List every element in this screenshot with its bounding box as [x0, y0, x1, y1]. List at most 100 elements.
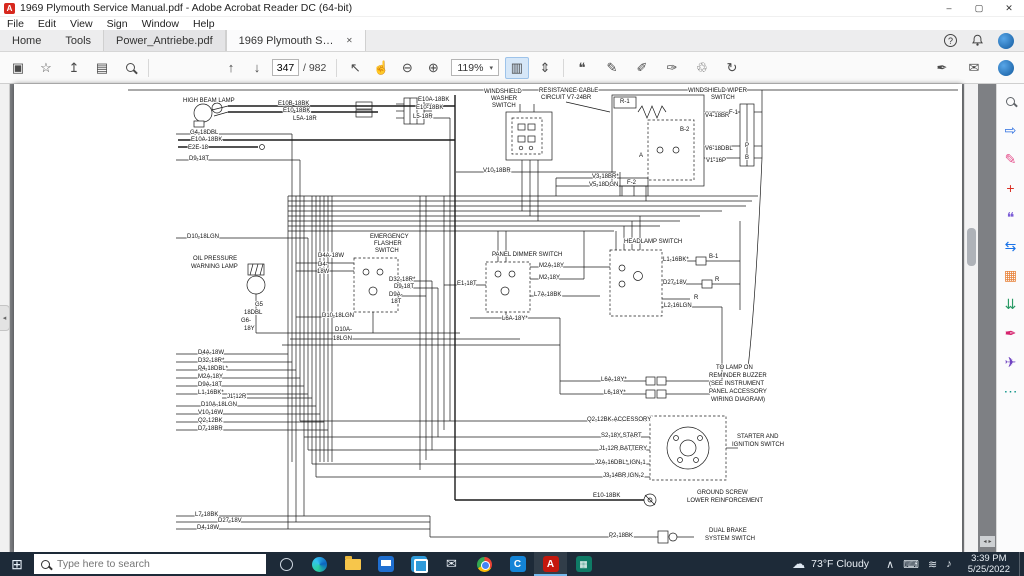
highlight-icon[interactable]: ✐	[630, 57, 654, 79]
toolbar-separator	[336, 59, 337, 77]
diagram-label: J2A-16DBL* IGN-1	[595, 460, 646, 466]
send-signature-icon[interactable]: ✈	[1005, 354, 1017, 370]
next-page-icon[interactable]: ↓	[245, 57, 269, 79]
diagram-label: D10-18LGN	[322, 313, 354, 319]
refresh-icon[interactable]: ↻	[720, 57, 744, 79]
acrobat-taskbar-button[interactable]: A	[534, 552, 567, 576]
app-3-taskbar-button[interactable]	[402, 552, 435, 576]
tab-power-antriebe-pdf[interactable]: Power_Antriebe.pdf	[103, 30, 226, 51]
diagram-label: L1-16BK*	[198, 390, 224, 396]
diagram-label: L1-16BK*	[663, 257, 689, 263]
diagram-label: D4-18W	[197, 525, 219, 531]
delete-icon[interactable]: ♲	[690, 57, 714, 79]
acrobat-icon: A	[543, 556, 559, 572]
tray-network-icon[interactable]: ≋	[928, 558, 937, 571]
combine-files-icon[interactable]: ⇆	[1005, 238, 1017, 254]
organize-pages-icon[interactable]: ▦	[1004, 267, 1017, 283]
account-avatar[interactable]	[998, 33, 1014, 49]
help-icon[interactable]: ?	[944, 34, 957, 47]
previous-page-icon[interactable]: ↑	[219, 57, 243, 79]
edge-taskbar-button[interactable]	[303, 552, 336, 576]
zoom-out-icon[interactable]: ⊖	[395, 57, 419, 79]
comment-icon[interactable]: ❝	[1007, 209, 1015, 225]
account-icon[interactable]	[994, 57, 1018, 79]
tray-keyboard-icon[interactable]: ⌨	[903, 558, 919, 571]
star-icon[interactable]: ☆	[34, 57, 58, 79]
diagram-label: RESISTANCE CABLE	[539, 88, 598, 94]
scrollbar-thumb[interactable]	[967, 228, 976, 266]
fit-width-icon[interactable]: ▥	[505, 57, 529, 79]
menu-window[interactable]: Window	[135, 18, 186, 30]
hand-tool-icon[interactable]: ☝	[369, 57, 393, 79]
mail-taskbar-button[interactable]: ✉	[435, 552, 468, 576]
compress-pdf-icon[interactable]: ⇊	[1005, 296, 1017, 312]
menu-view[interactable]: View	[63, 18, 100, 30]
close-tab-icon[interactable]: ✕	[346, 36, 353, 45]
show-desktop-button[interactable]	[1019, 552, 1024, 576]
find-icon[interactable]	[118, 57, 142, 79]
diagram-label: E2E-18	[188, 145, 209, 151]
diagram-label: L5-18R	[413, 114, 433, 120]
fill-sign-icon[interactable]: ✒	[1005, 325, 1017, 341]
start-button[interactable]: ⊞	[0, 552, 34, 576]
fill-sign-icon[interactable]: ✑	[660, 57, 684, 79]
share-icon[interactable]: ↥	[62, 57, 86, 79]
tray-volume-icon[interactable]: ♪	[946, 558, 952, 570]
app-2-taskbar-button[interactable]	[369, 552, 402, 576]
scroll-left-icon[interactable]: ◂	[983, 538, 986, 545]
scroll-right-icon[interactable]: ▸	[989, 538, 992, 545]
edit-pdf-icon[interactable]: ✎	[1005, 151, 1017, 167]
file-explorer-taskbar-button[interactable]	[336, 552, 369, 576]
tab-1969-plymouth-ser-[interactable]: 1969 Plymouth Ser...✕	[226, 30, 366, 51]
app-1-taskbar-button[interactable]	[270, 552, 303, 576]
horizontal-scroll-arrows[interactable]: ◂▸	[980, 536, 995, 547]
page-total-label: / 982	[303, 62, 326, 74]
notifications-bell-icon[interactable]	[971, 34, 984, 47]
tray-expand-icon[interactable]: ∧	[886, 558, 894, 571]
search-input[interactable]	[57, 558, 237, 570]
tab-home[interactable]: Home	[0, 30, 53, 51]
diagram-label: E10-18BK	[416, 105, 443, 111]
diagram-label: R	[694, 295, 699, 301]
save-icon[interactable]: ▣	[6, 57, 30, 79]
send-mail-icon[interactable]: ✉	[962, 57, 986, 79]
select-tool-icon[interactable]: ↖	[343, 57, 367, 79]
menu-sign[interactable]: Sign	[100, 18, 135, 30]
page-number-input[interactable]	[272, 59, 299, 76]
chrome-taskbar-button[interactable]	[468, 552, 501, 576]
pencil-icon[interactable]: ✎	[600, 57, 624, 79]
diagram-label: 18W	[317, 269, 330, 275]
search-tools-icon[interactable]	[1006, 93, 1015, 109]
diagram-label: D10A-18LGN	[201, 402, 237, 408]
print-icon[interactable]: ▤	[90, 57, 114, 79]
export-pdf-icon[interactable]: ⇨	[1005, 122, 1017, 138]
tab-tools[interactable]: Tools	[53, 30, 103, 51]
panel-toggle-arrow[interactable]: ◂	[0, 305, 10, 331]
menu-file[interactable]: File	[0, 18, 31, 30]
vertical-scrollbar[interactable]	[964, 84, 978, 552]
more-tools-icon[interactable]: ⋯	[1004, 383, 1018, 399]
zoom-in-icon[interactable]: ⊕	[421, 57, 445, 79]
app-5-taskbar-button[interactable]: ▦	[567, 552, 600, 576]
diagram-label: D9-18T	[394, 284, 414, 290]
create-pdf-icon[interactable]: +	[1006, 180, 1014, 196]
tools-panel: ⇨ ✎ + ❝ ⇆ ▦ ⇊ ✒ ✈ ⋯	[996, 84, 1024, 552]
taskbar-search[interactable]	[34, 554, 266, 574]
diagram-label: L6-18Y*	[604, 390, 626, 396]
diagram-label: PANEL ACCESSORY	[709, 389, 767, 395]
sign-pen-icon[interactable]: ✒	[930, 57, 954, 79]
scroll-mode-icon[interactable]: ⇕	[533, 57, 557, 79]
app-4-taskbar-button[interactable]: C	[501, 552, 534, 576]
taskbar-clock[interactable]: 3:39 PM 5/25/2022	[959, 553, 1019, 575]
close-button[interactable]: ✕	[994, 0, 1024, 16]
minimize-button[interactable]: –	[934, 0, 964, 16]
menu-edit[interactable]: Edit	[31, 18, 63, 30]
titlebar: A 1969 Plymouth Service Manual.pdf - Ado…	[0, 0, 1024, 17]
comment-icon[interactable]: ❝	[570, 57, 594, 79]
zoom-level-dropdown[interactable]: 119% ▾	[451, 59, 499, 76]
weather-widget[interactable]: ☁ 73°F Cloudy	[782, 552, 879, 576]
menu-help[interactable]: Help	[186, 18, 222, 30]
maximize-button[interactable]: ▢	[964, 0, 994, 16]
toolbar-page-nav-group: ↑↓	[219, 57, 269, 79]
diagram-label: WIRING DIAGRAM)	[711, 397, 765, 403]
